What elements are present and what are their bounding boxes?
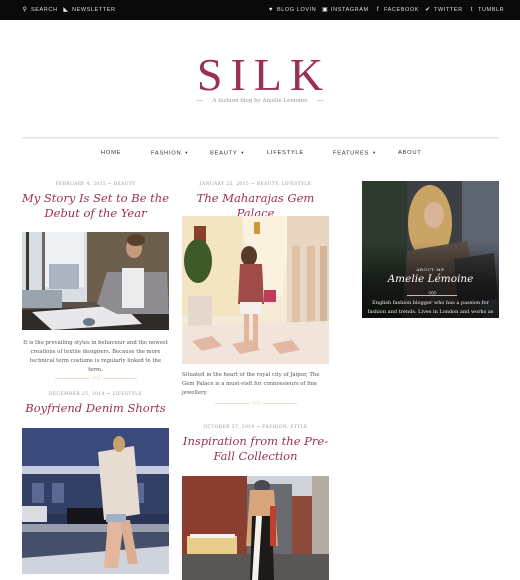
post-title[interactable]: Inspiration from the Pre-Fall Collection	[182, 434, 329, 464]
woman-writing-photo	[22, 232, 169, 330]
about-text: English fashion blogger who has a passio…	[367, 300, 494, 315]
palace-hallway-photo	[182, 216, 329, 364]
topbar-bloglovin-label: BLOG LOVIN	[277, 7, 317, 13]
post-meta[interactable]: JANUARY 25, 2015 ~ BEAUTY, LIFESTYLE	[182, 181, 329, 189]
facebook-icon: f	[376, 7, 380, 13]
post-card: DECEMBER 25, 2014 ~ LIFESTYLE Boyfriend …	[22, 391, 169, 416]
topbar-instagram-link[interactable]: ▣ INSTAGRAM	[322, 0, 369, 20]
tagline-text: A fashion blog by Amelie Lémoine	[212, 98, 308, 104]
topbar-newsletter-link[interactable]: ◣ NEWSLETTER	[63, 0, 116, 20]
topbar-search-link[interactable]: ⚲ SEARCH	[22, 0, 58, 20]
about-separator: ◇◇◇	[407, 291, 457, 297]
nav-label: FASHION	[151, 150, 182, 157]
post-meta[interactable]: FEBRUARY 4, 2015 ~ BEAUTY	[22, 181, 169, 189]
nav-label: LIFESTYLE	[267, 150, 304, 156]
post-card: JANUARY 25, 2015 ~ BEAUTY, LIFESTYLE The…	[182, 181, 329, 221]
nav-label: ABOUT	[398, 150, 422, 156]
post-excerpt: Situated in the heart of the royal city …	[182, 372, 320, 396]
about-name[interactable]: Amelie Lémoine	[362, 273, 499, 285]
ornament-icon: ◇◇◇	[249, 400, 263, 406]
about-label: ABOUT ME	[416, 267, 445, 272]
nav-label: HOME	[101, 150, 122, 156]
topbar-twitter-label: TWITTER	[434, 7, 463, 13]
post-excerpt: It is the prevailing styles in behaviour…	[23, 340, 168, 373]
ornament-icon: ◇◇◇	[428, 291, 436, 296]
nav-item-about[interactable]: ABOUT	[398, 146, 421, 160]
nav-item-fashion[interactable]: FASHION ▼	[151, 146, 189, 160]
nav-item-beauty[interactable]: BEAUTY ▼	[210, 146, 245, 160]
caret-down-icon: ▼	[240, 150, 246, 155]
caret-down-icon: ▼	[184, 150, 190, 155]
search-icon: ⚲	[22, 7, 28, 13]
topbar-facebook-link[interactable]: f FACEBOOK	[375, 0, 419, 20]
post-card: FEBRUARY 4, 2015 ~ BEAUTY My Story Is Se…	[22, 181, 169, 221]
topbar-tumblr-link[interactable]: t TUMBLR	[469, 0, 504, 20]
nav-item-lifestyle[interactable]: LIFESTYLE	[267, 146, 304, 160]
site-tagline: A fashion blog by Amelie Lémoine	[0, 96, 520, 106]
nav-item-features[interactable]: FEATURES ▼	[333, 146, 377, 160]
topbar-twitter-link[interactable]: ✔ TWITTER	[425, 0, 463, 20]
post-image-palace-hallway[interactable]	[182, 216, 329, 364]
post-meta[interactable]: DECEMBER 25, 2014 ~ LIFESTYLE	[22, 391, 169, 399]
top-bar: ⚲ SEARCH ◣ NEWSLETTER ♥ BLOG LOVIN ▣ INSTAGR…	[0, 0, 520, 20]
instagram-icon: ▣	[322, 7, 329, 13]
main-nav: HOME FASHION ▼ BEAUTY ▼ LIFESTYLE FEATURES…	[0, 146, 520, 160]
nav-item-home[interactable]: HOME	[101, 146, 121, 160]
woman-walking-photo	[22, 428, 169, 574]
topbar-instagram-label: INSTAGRAM	[331, 7, 369, 13]
post-image-woman-writing[interactable]	[22, 232, 169, 330]
post-card: OCTOBER 27, 2014 ~ FASHION, STYLE Inspir…	[182, 424, 329, 464]
ornament-icon: ◇◇◇	[89, 375, 103, 381]
caret-down-icon: ▼	[372, 150, 377, 155]
twitter-icon: ✔	[425, 7, 431, 13]
city-street-photo	[182, 476, 329, 580]
tumblr-icon: t	[470, 7, 474, 13]
tagline-dash-left	[195, 100, 203, 101]
nav-label: FEATURES	[333, 150, 370, 157]
topbar-newsletter-label: NEWSLETTER	[72, 7, 116, 13]
header-divider	[22, 137, 499, 139]
topbar-search-label: SEARCH	[31, 7, 58, 13]
post-image-woman-walking[interactable]	[22, 428, 169, 574]
post-meta[interactable]: OCTOBER 27, 2014 ~ FASHION, STYLE	[182, 424, 329, 432]
post-title[interactable]: My Story Is Set to Be the Debut of the Y…	[22, 191, 169, 221]
rss-icon: ◣	[63, 7, 69, 13]
post-image-city-street[interactable]	[182, 476, 329, 580]
about-overlay	[362, 181, 499, 318]
tagline-dash-right	[317, 100, 325, 101]
post-excerpt-wrap: Situated in the heart of the royal city …	[182, 371, 332, 398]
post-title[interactable]: Boyfriend Denim Shorts	[22, 401, 169, 416]
site-logo[interactable]: SILK	[0, 52, 520, 98]
post-excerpt-wrap: It is the prevailing styles in behaviour…	[22, 339, 169, 375]
nav-label: BEAUTY	[210, 150, 238, 157]
post-separator: ◇◇◇	[215, 400, 297, 406]
post-separator: ◇◇◇	[55, 375, 137, 381]
topbar-facebook-label: FACEBOOK	[384, 7, 420, 13]
heart-icon: ♥	[268, 7, 274, 13]
topbar-tumblr-label: TUMBLR	[478, 7, 505, 13]
topbar-bloglovin-link[interactable]: ♥ BLOG LOVIN	[268, 0, 316, 20]
about-me-widget[interactable]: ABOUT ME Amelie Lémoine ◇◇◇ English fash…	[362, 181, 499, 318]
